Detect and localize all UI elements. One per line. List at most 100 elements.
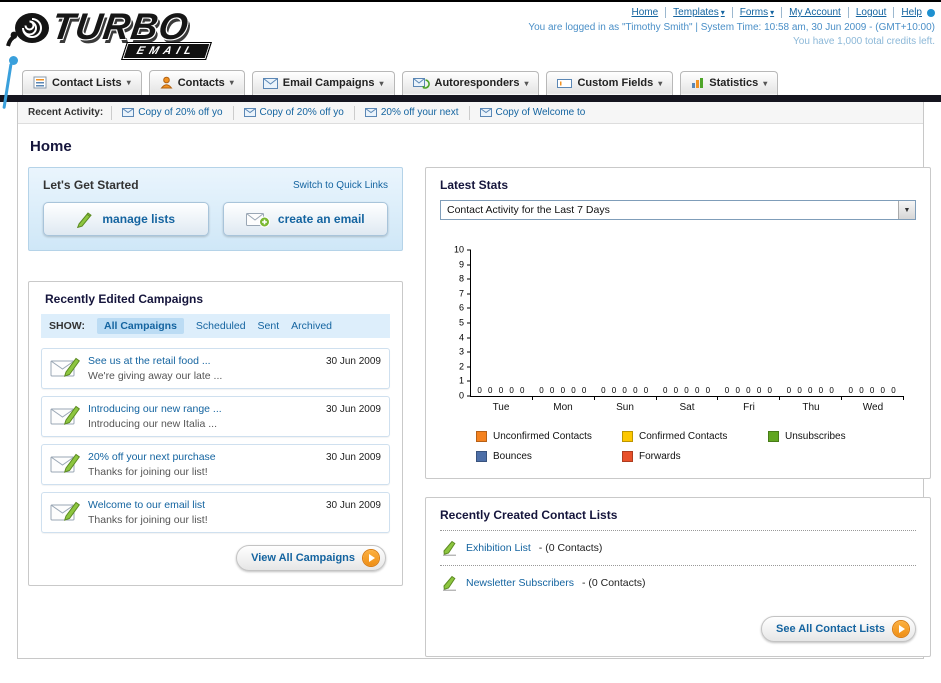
chart-group: 0 0 0 0 0	[842, 250, 904, 400]
left-column: Let's Get Started Switch to Quick Links …	[28, 167, 403, 657]
y-tick-mark	[467, 264, 471, 266]
campaign-title-link[interactable]: Welcome to our email list	[88, 499, 318, 511]
tab-statistics[interactable]: Statistics ▾	[680, 71, 779, 95]
view-all-campaigns-label: View All Campaigns	[251, 552, 355, 564]
contact-list-link[interactable]: Newsletter Subscribers	[466, 577, 574, 589]
nav-divider-bar	[0, 95, 941, 102]
top-link-my-account[interactable]: My Account	[781, 7, 841, 18]
tab-custom-fields[interactable]: Custom Fields ▾	[546, 71, 674, 95]
pencil-icon	[77, 211, 93, 228]
campaign-row: See us at the retail food ... We're givi…	[41, 348, 390, 389]
top-link-forms[interactable]: Forms ▾	[731, 7, 774, 18]
get-started-panel: Let's Get Started Switch to Quick Links …	[28, 167, 403, 251]
contact-list-row: Exhibition List - (0 Contacts)	[440, 531, 916, 566]
campaign-row: Welcome to our email list Thanks for joi…	[41, 492, 390, 533]
show-label: SHOW:	[49, 320, 85, 332]
chart-groups: 0 0 0 0 0 0 0 0 0 0 0 0 0 0 0 0 0 0 0 0 0 0 …	[471, 250, 904, 400]
campaign-title-link[interactable]: Introducing our new range ...	[88, 403, 318, 415]
content-frame: Recent Activity: Copy of 20% off yo Copy…	[17, 102, 931, 659]
recent-activity-item[interactable]: Copy of Welcome to	[468, 105, 596, 120]
dropdown-arrow-icon: ▾	[229, 78, 234, 87]
recent-activity-item[interactable]: 20% off your next	[353, 105, 469, 120]
y-tick-label: 3	[458, 346, 464, 357]
legend-label: Forwards	[639, 451, 681, 462]
create-email-label: create an email	[277, 212, 365, 226]
chart-plot: 0 0 0 0 0 0 0 0 0 0 0 0 0 0 0 0 0 0 0 0 0 0 …	[454, 245, 904, 400]
header-right: Home Templates ▾ Forms ▾ My Account Logout…	[528, 7, 935, 47]
campaign-envelope-icon	[50, 501, 80, 521]
filter-archived[interactable]: Archived	[291, 320, 332, 332]
dropdown-arrow-icon: ▾	[126, 78, 131, 87]
y-tick-label: 10	[453, 244, 464, 255]
create-email-button[interactable]: create an email	[222, 202, 388, 236]
top-link-logout[interactable]: Logout	[847, 7, 886, 18]
y-tick-label: 4	[458, 332, 464, 343]
tab-email-campaigns[interactable]: Email Campaigns ▾	[251, 71, 395, 95]
filter-sent[interactable]: Sent	[258, 320, 280, 332]
value-labels: 0 0 0 0 0	[662, 386, 713, 395]
contact-list-detail: - (0 Contacts)	[538, 542, 603, 554]
recent-activity-item[interactable]: Copy of 20% off yo	[232, 105, 354, 120]
campaign-envelope-icon	[50, 453, 80, 473]
legend-item: Unconfirmed Contacts	[476, 431, 622, 442]
chart-group: 0 0 0 0 0	[595, 250, 657, 400]
y-tick-label: 1	[458, 375, 464, 386]
filter-scheduled[interactable]: Scheduled	[196, 320, 246, 332]
legend-label: Bounces	[493, 451, 532, 462]
envelope-icon	[364, 108, 377, 117]
latest-stats-panel: Latest Stats Contact Activity for the La…	[425, 167, 931, 479]
top-links: Home Templates ▾ Forms ▾ My Account Logout…	[528, 7, 935, 18]
stats-period-select[interactable]: Contact Activity for the Last 7 Days ▼	[440, 200, 916, 220]
value-labels: 0 0 0 0 0	[786, 386, 836, 395]
view-all-campaigns-button[interactable]: View All Campaigns	[236, 545, 386, 571]
legend-swatch	[622, 431, 633, 442]
legend-item: Confirmed Contacts	[622, 431, 768, 442]
manage-lists-button[interactable]: manage lists	[43, 202, 209, 236]
legend-swatch	[476, 431, 487, 442]
recent-activity-item[interactable]: Copy of 20% off yo	[111, 105, 232, 120]
tab-autoresponders[interactable]: Autoresponders ▾	[401, 71, 540, 95]
top-link-home[interactable]: Home	[631, 7, 658, 18]
pencil-note-icon	[443, 540, 456, 556]
y-tick-label: 0	[458, 390, 464, 401]
campaign-title-link[interactable]: 20% off your next purchase	[88, 451, 318, 463]
tab-label: Autoresponders	[434, 77, 520, 89]
top-link-templates[interactable]: Templates ▾	[665, 7, 725, 18]
recent-activity-text: Copy of Welcome to	[495, 107, 586, 118]
switch-quick-links-link[interactable]: Switch to Quick Links	[293, 180, 388, 191]
tab-contacts[interactable]: Contacts ▾	[148, 70, 245, 95]
dropdown-arrow-icon: ▾	[763, 78, 768, 88]
tab-label: Custom Fields	[577, 77, 654, 89]
tab-label: Contacts	[177, 76, 225, 89]
see-all-contact-lists-button[interactable]: See All Contact Lists	[760, 616, 916, 642]
y-tick-mark	[467, 278, 471, 280]
x-axis-label: Sat	[679, 402, 695, 413]
manage-lists-label: manage lists	[102, 212, 176, 226]
recent-activity-bar: Recent Activity: Copy of 20% off yo Copy…	[18, 102, 923, 124]
chart-group: 0 0 0 0 0	[657, 250, 719, 400]
tab-contact-lists[interactable]: Contact Lists ▾	[22, 70, 142, 95]
select-arrow-icon: ▼	[898, 201, 915, 219]
top-link-help[interactable]: Help	[893, 7, 922, 18]
legend-label: Confirmed Contacts	[639, 431, 728, 442]
help-indicator-icon	[927, 8, 935, 17]
logo-subtitle: EMAIL	[121, 42, 213, 60]
value-labels: 0 0 0 0 0	[601, 386, 651, 395]
contact-list-row: Newsletter Subscribers - (0 Contacts)	[440, 566, 916, 600]
legend-item: Forwards	[622, 451, 768, 462]
campaign-title-link[interactable]: See us at the retail food ...	[88, 355, 318, 367]
chart-day-labels: Tue Mon Sun Sat Fri Thu Wed	[470, 402, 904, 413]
main-nav: Contact Lists ▾ Contacts ▾ Email Campaig…	[0, 62, 941, 95]
header: TURBO EMAIL Home Templates ▾ Forms ▾ My Ac…	[0, 2, 941, 62]
filter-all-campaigns[interactable]: All Campaigns	[96, 318, 184, 334]
y-tick-mark	[467, 351, 471, 353]
y-tick-label: 5	[458, 317, 464, 328]
dropdown-arrow-icon: ▾	[524, 78, 529, 88]
contact-list-link[interactable]: Exhibition List	[466, 542, 531, 554]
recent-activity-text: Copy of 20% off yo	[259, 107, 344, 118]
campaign-list: See us at the retail food ... We're givi…	[41, 348, 390, 533]
campaign-row: Introducing our new range ... Introducin…	[41, 396, 390, 437]
recent-activity-text: Copy of 20% off yo	[138, 107, 223, 118]
pencil-note-icon	[443, 575, 456, 591]
y-tick-label: 2	[458, 361, 464, 372]
